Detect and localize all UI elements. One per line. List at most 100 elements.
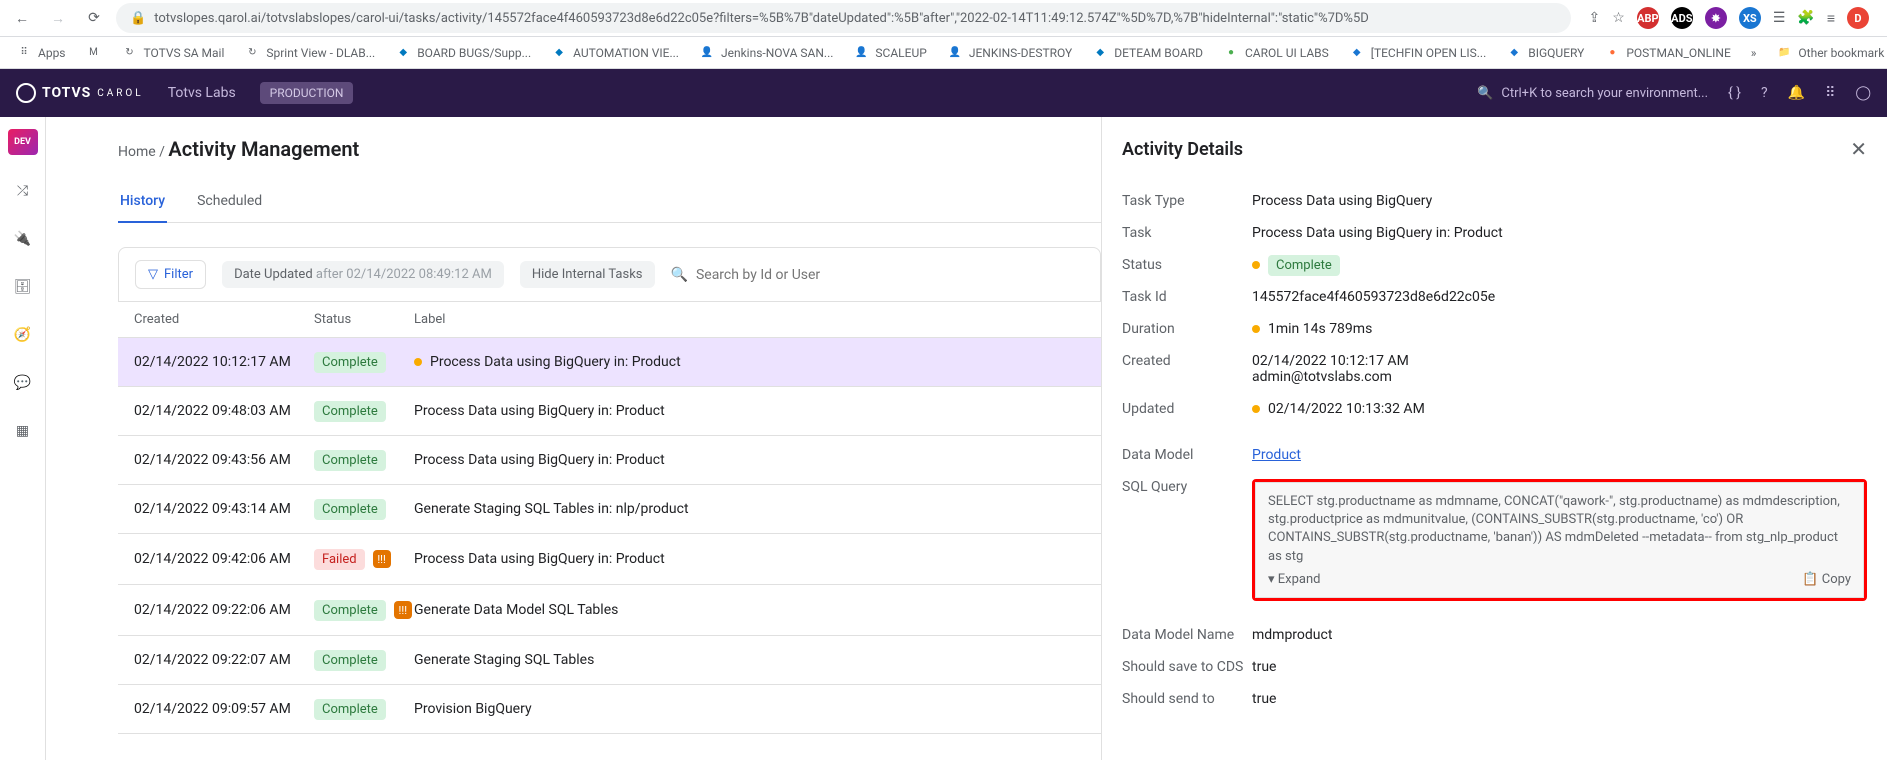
col-label[interactable]: Label	[414, 312, 1085, 327]
expand-button[interactable]: ▾ Expand	[1268, 572, 1320, 587]
address-bar[interactable]: 🔒 totvslopes.qarol.ai/totvslabslopes/car…	[116, 3, 1571, 33]
value-send-to: true	[1252, 691, 1867, 707]
hide-internal-chip[interactable]: Hide Internal Tasks	[520, 261, 655, 288]
sql-query-box[interactable]: SELECT stg.productname as mdmname, CONCA…	[1255, 482, 1864, 598]
filter-icon: ▽	[148, 267, 158, 282]
filter-button[interactable]: ▽ Filter	[135, 260, 206, 289]
environment-search[interactable]: 🔍 Ctrl+K to search your environment...	[1477, 86, 1708, 101]
shuffle-icon[interactable]: ⤮	[11, 179, 35, 203]
cell-created: 02/14/2022 09:09:57 AM	[134, 701, 314, 717]
cell-created: 02/14/2022 09:48:03 AM	[134, 403, 314, 419]
cell-status: Complete	[314, 403, 414, 419]
back-button[interactable]: ←	[8, 4, 36, 32]
table-row[interactable]: 02/14/2022 09:09:57 AMCompleteProvision …	[118, 685, 1101, 734]
tabs: History Scheduled	[118, 185, 1101, 223]
table-row[interactable]: 02/14/2022 09:48:03 AMCompleteProcess Da…	[118, 387, 1101, 436]
cell-status: Complete	[314, 652, 414, 668]
bookmark-item[interactable]: 👤JENKINS-DESTROY	[939, 41, 1080, 65]
database-icon[interactable]: 🗄	[11, 275, 35, 299]
search-input[interactable]	[696, 267, 896, 283]
bookmark-item[interactable]: ◆DETEAM BOARD	[1084, 41, 1211, 65]
ext-ads-icon[interactable]: ADS	[1671, 7, 1693, 29]
ext-xs-icon[interactable]: XS	[1739, 7, 1761, 29]
bookmark-item[interactable]: ↻TOTVS SA Mail	[114, 41, 233, 65]
tab-history[interactable]: History	[118, 185, 167, 223]
bookmark-item[interactable]: 👤SCALEUP	[845, 41, 934, 65]
bookmark-item[interactable]: ◆AUTOMATION VIE...	[543, 41, 687, 65]
ext-abp-icon[interactable]: ABP	[1637, 7, 1659, 29]
star-icon[interactable]: ☆	[1612, 10, 1625, 26]
cell-label: Process Data using BigQuery in: Product	[414, 354, 1085, 370]
bookmark-item[interactable]: ◆BIGQUERY	[1498, 41, 1592, 65]
dev-badge-icon[interactable]: DEV	[8, 129, 38, 155]
org-name[interactable]: Totvs Labs	[168, 85, 236, 101]
ext-purple-icon[interactable]: ✸	[1705, 7, 1727, 29]
search-box: 🔍	[671, 267, 896, 283]
bookmark-item[interactable]: ◆BOARD BUGS/Supp...	[387, 41, 539, 65]
plug-icon[interactable]: 🔌	[11, 227, 35, 251]
label-task: Task	[1122, 225, 1252, 241]
copy-button[interactable]: 📋 Copy	[1802, 572, 1851, 587]
profile-avatar-icon[interactable]: D	[1847, 7, 1869, 29]
bookmark-item[interactable]: 👤Jenkins-NOVA SAN...	[691, 41, 841, 65]
filter-ext-icon[interactable]: ≡	[1827, 10, 1835, 27]
compass-icon[interactable]: 🧭	[11, 323, 35, 347]
bookmarks-overflow[interactable]: »	[1743, 42, 1765, 64]
value-created: 02/14/2022 10:12:17 AMadmin@totvslabs.co…	[1252, 353, 1867, 385]
bookmark-item[interactable]: ↻Sprint View - DLAB...	[236, 41, 383, 65]
share-icon[interactable]: ⇪	[1589, 10, 1601, 26]
brand-sub-text: CAROL	[97, 88, 143, 99]
apps-grid-icon[interactable]: ⠿	[1825, 85, 1835, 101]
col-created[interactable]: Created	[134, 312, 314, 327]
updated-dot-icon	[1252, 405, 1260, 413]
profile-icon[interactable]: ◯	[1855, 85, 1871, 101]
ext-more-icon[interactable]: ☰	[1773, 10, 1786, 26]
table-row[interactable]: 02/14/2022 09:43:56 AMCompleteProcess Da…	[118, 436, 1101, 485]
chat-icon[interactable]: 💬	[11, 371, 35, 395]
cell-created: 02/14/2022 09:43:14 AM	[134, 501, 314, 517]
label-created: Created	[1122, 353, 1252, 385]
value-duration: 1min 14s 789ms	[1252, 321, 1867, 337]
bookmark-item[interactable]: ◆[TECHFIN OPEN LIS...	[1341, 41, 1495, 65]
col-status[interactable]: Status	[314, 312, 414, 327]
table-body: 02/14/2022 10:12:17 AMCompleteProcess Da…	[118, 338, 1101, 734]
bell-icon[interactable]: 🔔	[1788, 85, 1805, 101]
other-bookmarks[interactable]: 📁Other bookmark	[1768, 41, 1887, 65]
data-model-link[interactable]: Product	[1252, 447, 1301, 463]
cell-status: Complete	[314, 501, 414, 517]
reload-button[interactable]: ⟳	[80, 4, 108, 32]
apps-shortcut[interactable]: ⠿Apps	[8, 41, 74, 65]
cell-created: 02/14/2022 09:43:56 AM	[134, 452, 314, 468]
forward-button[interactable]: →	[44, 4, 72, 32]
app-logo[interactable]: TOTVS CAROL	[16, 83, 144, 103]
breadcrumb-home[interactable]: Home	[118, 144, 156, 160]
brand-text: TOTVS	[42, 85, 91, 101]
grid-icon[interactable]: ▦	[11, 419, 35, 443]
bookmark-item[interactable]: ●POSTMAN_ONLINE	[1596, 41, 1738, 65]
bookmark-item[interactable]: M	[78, 41, 110, 65]
table-row[interactable]: 02/14/2022 10:12:17 AMCompleteProcess Da…	[118, 338, 1101, 387]
extensions-icon[interactable]: 🧩	[1797, 10, 1814, 26]
cell-status: Complete	[314, 701, 414, 717]
bookmark-item[interactable]: ●CAROL UI LABS	[1215, 41, 1337, 65]
value-status: Complete	[1252, 257, 1867, 273]
sql-query-text: SELECT stg.productname as mdmname, CONCA…	[1268, 493, 1851, 566]
table-row[interactable]: 02/14/2022 09:42:06 AMFailed!!!Process D…	[118, 534, 1101, 585]
date-updated-chip[interactable]: Date Updated after 02/14/2022 08:49:12 A…	[222, 261, 504, 288]
code-icon[interactable]: { }	[1728, 85, 1741, 101]
activity-list-panel: Home / Activity Management History Sched…	[46, 117, 1101, 760]
tab-scheduled[interactable]: Scheduled	[195, 185, 264, 222]
table-row[interactable]: 02/14/2022 09:22:07 AMCompleteGenerate S…	[118, 636, 1101, 685]
warning-icon: !!!	[373, 550, 391, 568]
label-send-to: Should send to	[1122, 691, 1252, 707]
label-data-model: Data Model	[1122, 447, 1252, 463]
table-row[interactable]: 02/14/2022 09:22:06 AMComplete!!!Generat…	[118, 585, 1101, 636]
label-task-id: Task Id	[1122, 289, 1252, 305]
close-icon[interactable]: ✕	[1850, 137, 1867, 161]
table-row[interactable]: 02/14/2022 09:43:14 AMCompleteGenerate S…	[118, 485, 1101, 534]
logo-circle-icon	[16, 83, 36, 103]
activity-details-panel: Activity Details ✕ Task TypeProcess Data…	[1101, 117, 1887, 760]
bookmarks-bar: ⠿Apps M ↻TOTVS SA Mail ↻Sprint View - DL…	[0, 37, 1887, 69]
help-icon[interactable]: ?	[1761, 85, 1768, 101]
cell-label: Generate Staging SQL Tables in: nlp/prod…	[414, 501, 1085, 517]
